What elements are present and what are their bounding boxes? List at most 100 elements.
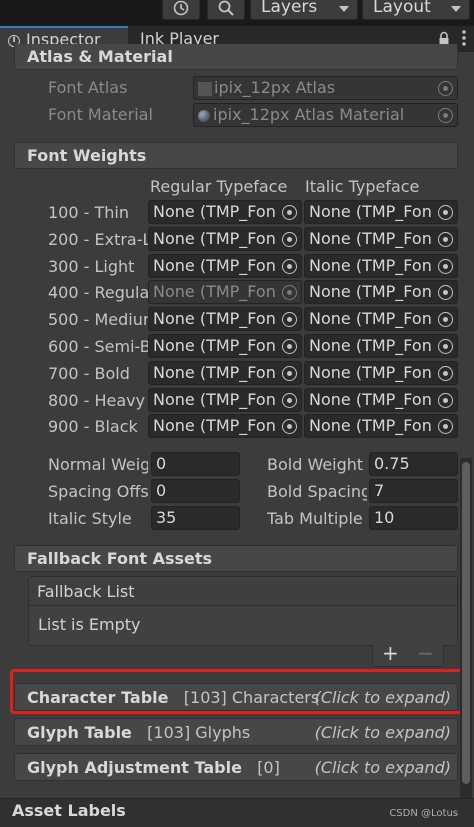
tab-multiple-field[interactable]: 10	[369, 506, 458, 530]
object-picker-icon[interactable]	[438, 81, 453, 96]
regular-typeface-value: None (TMP_Fon	[153, 282, 276, 301]
object-picker-icon[interactable]	[438, 366, 453, 381]
regular-typeface-value: None (TMP_Fon	[153, 309, 276, 328]
list-footer: + −	[372, 641, 444, 667]
object-picker-icon[interactable]	[282, 419, 297, 434]
italic-typeface-value: None (TMP_Fon	[309, 282, 432, 301]
remove-button[interactable]: −	[417, 641, 434, 665]
regular-typeface-field[interactable]: None (TMP_Fon	[148, 361, 302, 385]
kebab-menu-icon[interactable]	[462, 30, 466, 46]
weight-row-label: 200 - Extra-L	[48, 230, 148, 249]
regular-typeface-value: None (TMP_Fon	[153, 390, 276, 409]
object-picker-icon[interactable]	[438, 108, 453, 123]
regular-typeface-field[interactable]: None (TMP_Fon	[148, 334, 302, 358]
font-material-field[interactable]: ipix_12px Atlas Material	[193, 103, 458, 127]
object-picker-icon[interactable]	[438, 339, 453, 354]
italic-typeface-field[interactable]: None (TMP_Fon	[304, 280, 458, 304]
italic-typeface-field[interactable]: None (TMP_Fon	[304, 254, 458, 278]
glyph-adjustment-table-expander[interactable]: Glyph Adjustment Table [0] (Click to exp…	[14, 753, 458, 781]
italic-typeface-field[interactable]: None (TMP_Fon	[304, 388, 458, 412]
regular-typeface-column-header: Regular Typeface	[150, 177, 288, 196]
object-picker-icon[interactable]	[438, 312, 453, 327]
atlas-material-header[interactable]: Atlas & Material	[14, 44, 458, 70]
object-picker-icon[interactable]	[282, 366, 297, 381]
regular-typeface-field[interactable]: None (TMP_Fon	[148, 307, 302, 331]
font-material-value: ipix_12px Atlas Material	[213, 105, 405, 124]
tab-multiple-label: Tab Multiple	[267, 509, 363, 528]
chevron-down-icon	[339, 6, 349, 12]
italic-style-label: Italic Style	[48, 509, 132, 528]
expand-hint: (Click to expand)	[314, 723, 451, 742]
regular-typeface-value: None (TMP_Fon	[153, 202, 276, 221]
regular-typeface-value: None (TMP_Fon	[153, 416, 276, 435]
object-picker-icon[interactable]	[438, 259, 453, 274]
bold-spacing-field[interactable]: 7	[369, 479, 458, 503]
font-weights-header[interactable]: Font Weights	[14, 142, 458, 169]
bold-spacing-label: Bold Spacing	[267, 482, 367, 501]
expand-hint: (Click to expand)	[314, 758, 451, 777]
glyph-table-count: [103] Glyphs	[147, 723, 251, 742]
italic-typeface-field[interactable]: None (TMP_Fon	[304, 227, 458, 251]
regular-typeface-field[interactable]: None (TMP_Fon	[148, 414, 302, 438]
italic-typeface-column-header: Italic Typeface	[305, 177, 420, 196]
object-picker-icon[interactable]	[282, 339, 297, 354]
font-atlas-field[interactable]: ipix_12px Atlas	[193, 76, 458, 100]
asset-labels-bar[interactable]: Asset Labels CSDN @Lotus	[0, 798, 474, 827]
history-button[interactable]	[162, 0, 200, 20]
regular-typeface-value: None (TMP_Fon	[153, 363, 276, 382]
fallback-list: Fallback List List is Empty	[28, 576, 458, 646]
glyph-table-title: Glyph Table	[27, 723, 132, 742]
object-picker-icon[interactable]	[282, 393, 297, 408]
normal-weight-label: Normal Weigl	[48, 455, 148, 474]
regular-typeface-field[interactable]: None (TMP_Fon	[148, 254, 302, 278]
object-picker-icon[interactable]	[282, 232, 297, 247]
italic-typeface-value: None (TMP_Fon	[309, 202, 432, 221]
scrollbar-thumb[interactable]	[462, 462, 470, 784]
object-picker-icon[interactable]	[438, 393, 453, 408]
object-picker-icon[interactable]	[438, 205, 453, 220]
regular-typeface-field[interactable]: None (TMP_Fon	[148, 227, 302, 251]
object-picker-icon[interactable]	[438, 232, 453, 247]
weight-row-label: 800 - Heavy	[48, 391, 146, 410]
layout-dropdown[interactable]: Layout	[362, 0, 470, 20]
object-picker-icon[interactable]	[282, 285, 297, 300]
italic-typeface-value: None (TMP_Fon	[309, 336, 432, 355]
italic-typeface-value: None (TMP_Fon	[309, 390, 432, 409]
spacing-offset-field[interactable]: 0	[151, 479, 240, 503]
italic-typeface-value: None (TMP_Fon	[309, 363, 432, 382]
object-picker-icon[interactable]	[438, 285, 453, 300]
fallback-font-assets-header[interactable]: Fallback Font Assets	[14, 545, 458, 572]
search-icon	[218, 0, 234, 16]
italic-typeface-field[interactable]: None (TMP_Fon	[304, 307, 458, 331]
italic-typeface-field[interactable]: None (TMP_Fon	[304, 334, 458, 358]
regular-typeface-field[interactable]: None (TMP_Fon	[148, 200, 302, 224]
fallback-list-header[interactable]: Fallback List	[29, 577, 457, 606]
regular-typeface-value: None (TMP_Fon	[153, 256, 276, 275]
italic-typeface-field[interactable]: None (TMP_Fon	[304, 200, 458, 224]
search-button[interactable]	[207, 0, 245, 20]
watermark: CSDN @Lotus	[389, 808, 458, 819]
layers-dropdown[interactable]: Layers	[250, 0, 358, 20]
inspector-scrollbar[interactable]	[460, 458, 472, 800]
italic-typeface-field[interactable]: None (TMP_Fon	[304, 361, 458, 385]
italic-typeface-value: None (TMP_Fon	[309, 229, 432, 248]
object-picker-icon[interactable]	[282, 259, 297, 274]
object-picker-icon[interactable]	[282, 205, 297, 220]
italic-typeface-field[interactable]: None (TMP_Fon	[304, 414, 458, 438]
object-picker-icon[interactable]	[438, 419, 453, 434]
weight-row-label: 400 - Regula	[48, 283, 148, 302]
bold-weight-field[interactable]: 0.75	[369, 452, 458, 476]
regular-typeface-value: None (TMP_Fon	[153, 229, 276, 248]
italic-style-field[interactable]: 35	[151, 506, 240, 530]
italic-typeface-value: None (TMP_Fon	[309, 256, 432, 275]
add-button[interactable]: +	[382, 641, 399, 665]
glyph-table-expander[interactable]: Glyph Table [103] Glyphs (Click to expan…	[14, 718, 458, 746]
regular-typeface-field[interactable]: None (TMP_Fon	[148, 388, 302, 412]
fallback-list-empty: List is Empty	[38, 615, 141, 634]
material-sphere-icon	[198, 109, 210, 122]
object-picker-icon[interactable]	[282, 312, 297, 327]
toolbar: Layers Layout	[0, 0, 474, 26]
weight-row-label: 100 - Thin	[48, 203, 129, 222]
regular-typeface-field[interactable]: None (TMP_Fon	[148, 280, 302, 304]
normal-weight-field[interactable]: 0	[151, 452, 240, 476]
